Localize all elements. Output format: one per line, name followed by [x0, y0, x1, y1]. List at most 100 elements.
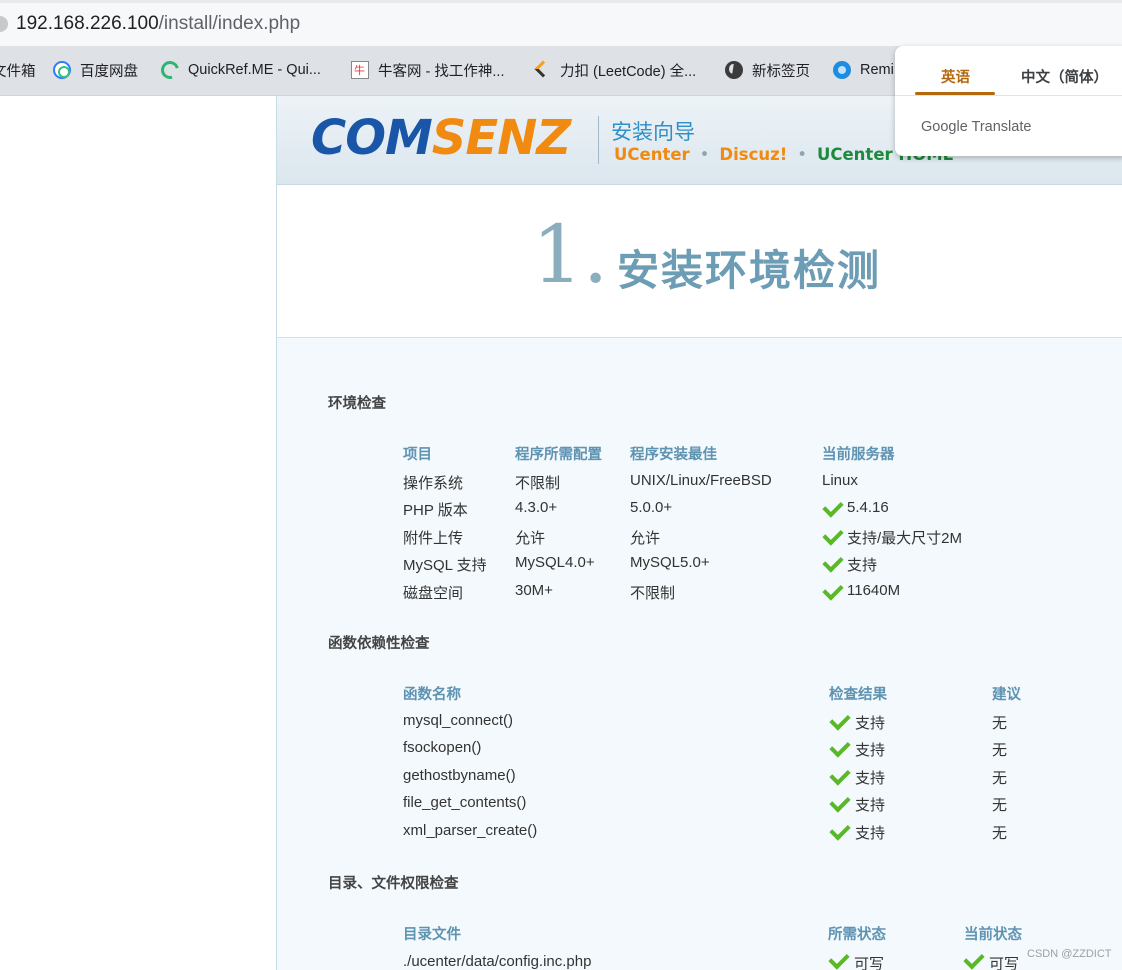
table-cell: ./ucenter/data/config.inc.php — [403, 953, 592, 970]
env-header-best: 程序安装最佳 — [630, 447, 717, 463]
translate-popup: 英语 中文（简体） Google Translate — [895, 46, 1122, 156]
bookmark-remi[interactable]: Remi — [833, 59, 894, 81]
bookmark-label: 牛客网 - 找工作神... — [378, 63, 505, 80]
globe-icon — [725, 61, 743, 79]
bookmark-new-tab[interactable]: 新标签页 — [725, 59, 810, 81]
table-cell: MySQL5.0+ — [630, 554, 710, 571]
table-cell: 不限制 — [515, 475, 561, 492]
table-cell: MySQL4.0+ — [515, 554, 595, 571]
product-ucenter: UCenter — [614, 145, 690, 164]
table-cell: Linux — [822, 472, 858, 489]
bookmark-label: 文件箱 — [0, 63, 36, 80]
dir-header-required: 所需状态 — [828, 927, 886, 943]
table-cell: 无 — [992, 825, 1008, 842]
watermark: CSDN @ZZDICT — [1027, 948, 1112, 960]
step-title-box: 1. 安装环境检测 — [277, 185, 1122, 338]
product-discuz: Discuz! — [719, 145, 788, 164]
table-cell: mysql_connect() — [403, 712, 514, 729]
check-icon — [829, 819, 851, 841]
table-cell: 5.0.0+ — [630, 499, 673, 516]
check-icon — [822, 496, 844, 518]
table-cell: file_get_contents() — [403, 794, 527, 811]
func-header-advice: 建议 — [992, 687, 1021, 703]
table-cell: 磁盘空间 — [403, 585, 464, 602]
table-cell: 允许 — [630, 530, 661, 547]
section-env-check: 环境检查 — [328, 396, 386, 412]
quickref-icon — [157, 57, 183, 83]
bookmark-leetcode[interactable]: 力扣 (LeetCode) 全... — [533, 59, 696, 81]
table-cell: 支持 — [855, 770, 886, 787]
bookmark-label: QuickRef.ME - Qui... — [188, 62, 321, 78]
step-title: 安装环境检测 — [617, 246, 882, 295]
func-header-result: 检查结果 — [829, 687, 887, 703]
table-cell: 可写 — [854, 956, 885, 970]
check-icon — [828, 948, 850, 970]
dir-header-file: 目录文件 — [403, 927, 461, 943]
table-cell: 5.4.16 — [847, 499, 889, 516]
table-cell: 可写 — [989, 956, 1020, 970]
check-icon — [963, 948, 985, 970]
table-cell: 无 — [992, 715, 1008, 732]
func-header-name: 函数名称 — [403, 687, 461, 703]
check-icon — [822, 551, 844, 573]
table-cell: 30M+ — [515, 582, 553, 599]
url-text[interactable]: 192.168.226.100/install/index.php — [16, 13, 300, 35]
table-cell: gethostbyname() — [403, 767, 516, 784]
comsenz-logo: COMSENZ — [311, 110, 571, 166]
env-header-required: 程序所需配置 — [515, 447, 602, 463]
bookmark-file-box[interactable]: 文件箱 — [0, 59, 36, 81]
env-header-current: 当前服务器 — [822, 447, 895, 463]
table-cell: 4.3.0+ — [515, 499, 558, 516]
address-bar[interactable]: 192.168.226.100/install/index.php — [0, 0, 1122, 46]
google-translate-brand: Google Translate — [921, 119, 1032, 135]
table-cell: 支持 — [847, 557, 878, 574]
table-cell: 无 — [992, 742, 1008, 759]
table-cell: 无 — [992, 770, 1008, 787]
table-cell: 11640M — [847, 582, 901, 599]
table-cell: 附件上传 — [403, 530, 464, 547]
table-cell: 支持 — [855, 825, 886, 842]
check-icon — [822, 524, 844, 546]
check-icon — [829, 764, 851, 786]
table-cell: 无 — [992, 797, 1008, 814]
bookmark-quickref[interactable]: QuickRef.ME - Qui... — [157, 57, 321, 83]
table-cell: MySQL 支持 — [403, 557, 487, 574]
site-info-icon[interactable] — [0, 16, 8, 32]
table-cell: 支持 — [855, 797, 886, 814]
dir-header-current: 当前状态 — [964, 927, 1022, 943]
section-func-check: 函数依赖性检查 — [328, 636, 430, 652]
table-cell: UNIX/Linux/FreeBSD — [630, 472, 772, 489]
bookmark-label: 百度网盘 — [80, 63, 138, 80]
remi-icon — [833, 61, 851, 79]
table-cell: xml_parser_create() — [403, 822, 538, 839]
table-cell: 操作系统 — [403, 475, 464, 492]
step-number: 1. — [532, 208, 609, 301]
env-header-item: 项目 — [403, 447, 432, 463]
check-icon — [829, 736, 851, 758]
bookmark-baidu-netdisk[interactable]: 百度网盘 — [53, 59, 138, 81]
check-icon — [829, 709, 851, 731]
check-icon — [822, 579, 844, 601]
table-cell: 不限制 — [630, 585, 676, 602]
table-cell: PHP 版本 — [403, 502, 468, 519]
bookmark-label: 新标签页 — [752, 63, 810, 80]
installer-page: COMSENZ 安装向导 UCenter • Discuz! • UCenter HOM… — [276, 96, 1122, 970]
tab-target-language[interactable]: 中文（简体） — [1021, 66, 1108, 87]
section-dir-check: 目录、文件权限检查 — [328, 876, 459, 892]
tab-source-language[interactable]: 英语 — [941, 66, 970, 87]
divider — [895, 95, 1122, 96]
bookmark-label: 力扣 (LeetCode) 全... — [560, 63, 697, 80]
divider — [598, 116, 599, 164]
check-icon — [829, 791, 851, 813]
table-cell: 允许 — [515, 530, 546, 547]
bookmark-nowcoder[interactable]: 牛客网 - 找工作神... — [351, 59, 504, 81]
nowcoder-icon — [351, 61, 369, 79]
table-cell: 支持/最大尺寸2M — [847, 530, 963, 547]
wizard-title: 安装向导 — [611, 120, 695, 144]
table-cell: 支持 — [855, 715, 886, 732]
leetcode-icon — [533, 61, 551, 79]
table-cell: fsockopen() — [403, 739, 482, 756]
table-cell: 支持 — [855, 742, 886, 759]
bookmark-label: Remi — [860, 62, 894, 78]
baidu-netdisk-icon — [53, 61, 71, 79]
